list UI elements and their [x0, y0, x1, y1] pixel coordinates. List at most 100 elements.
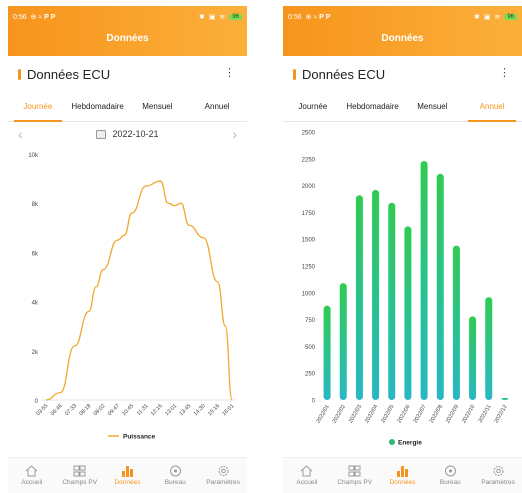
nav-settings-label: Paramètres — [206, 479, 240, 486]
x-tick-label: 2022/03 — [348, 404, 363, 424]
status-time: 0:56 — [288, 14, 302, 21]
bar-2022/06 — [404, 226, 412, 400]
tab-week[interactable]: Hebdomadaire — [68, 92, 128, 121]
nav-pv-fields-label: Champs PV — [337, 479, 373, 486]
x-tick-label: 13:01 — [164, 403, 178, 417]
bluetooth-icon: ✱ — [198, 14, 205, 21]
nav-home-label: Accueil — [21, 479, 43, 486]
y-tick-label: 2000 — [302, 184, 316, 190]
x-tick-label: 2022/12 — [494, 404, 509, 424]
legend-label: Puissance — [123, 434, 156, 441]
tab-year[interactable]: Annuel — [462, 92, 522, 122]
notification-icons: ⊕ ≈ P P — [303, 14, 331, 21]
bar-2022/09 — [452, 245, 460, 400]
section-accent-bar — [18, 68, 21, 80]
bar-2022/03 — [355, 195, 363, 400]
x-tick-label: 2022/02 — [332, 404, 347, 424]
battery-icon: 96 — [504, 14, 517, 20]
wifi-icon: ≋ — [494, 14, 501, 21]
bluetooth-icon: ✱ — [473, 14, 480, 21]
x-tick-label: 2022/10 — [461, 404, 476, 424]
bar-2022/10 — [469, 316, 477, 400]
nav-pv-fields[interactable]: Champs PV — [331, 458, 379, 493]
status-time: 0:56 — [13, 14, 27, 21]
x-tick-label: 16:01 — [221, 403, 235, 417]
section-accent-bar — [293, 68, 296, 80]
status-bar: 0:56 ⊕ ≈ P P ✱ ▣ ≋ 96 — [283, 6, 522, 28]
x-tick-label: 06:46 — [50, 403, 64, 417]
date-display[interactable]: 2022-10-21 — [96, 129, 159, 139]
nav-data[interactable]: Données — [104, 458, 152, 493]
bar-2022/11 — [485, 297, 493, 400]
y-tick-label: 2k — [32, 350, 39, 356]
status-right: ✱ ▣ ≋ 96 — [199, 13, 242, 21]
status-bar: 0:56 ⊕ ≈ P P ✱ ▣ ≋ 96 — [8, 6, 247, 28]
screen-yearly: 0:56 ⊕ ≈ P P ✱ ▣ ≋ 96 Données Données EC… — [283, 6, 522, 493]
nav-data[interactable]: Données — [379, 458, 427, 493]
nav-home[interactable]: Accueil — [283, 458, 331, 493]
tab-day[interactable]: Journée — [283, 92, 343, 121]
bottom-navigation: Accueil Champs PV Données Bureau Paramèt… — [8, 457, 247, 493]
y-tick-label: 1000 — [302, 291, 316, 297]
date-selector: ‹ 2022-10-21 › — [8, 122, 247, 146]
tab-month[interactable]: Mensuel — [403, 92, 463, 121]
previous-date-button[interactable]: ‹ — [18, 126, 23, 142]
nav-settings[interactable]: Paramètres — [199, 458, 247, 493]
top-app-bar: 0:56 ⊕ ≈ P P ✱ ▣ ≋ 96 Données — [283, 6, 522, 56]
bottom-navigation: Accueil Champs PV Données Bureau Paramèt… — [283, 457, 522, 493]
nav-settings[interactable]: Paramètres — [474, 458, 522, 493]
y-tick-label: 0 — [312, 399, 316, 405]
nav-data-label: Données — [389, 479, 416, 486]
status-left: 0:56 ⊕ ≈ P P — [13, 13, 55, 21]
nav-settings-label: Paramètres — [481, 479, 515, 486]
nav-office[interactable]: Bureau — [151, 458, 199, 493]
section-title: Données ECU — [27, 66, 111, 82]
y-tick-label: 2500 — [302, 131, 316, 137]
bar-2022/12 — [501, 397, 509, 400]
grid-icon — [73, 465, 87, 477]
y-tick-label: 0 — [35, 399, 39, 405]
home-icon — [300, 465, 314, 477]
power-series-line — [45, 180, 233, 401]
top-app-bar: 0:56 ⊕ ≈ P P ✱ ▣ ≋ 96 Données — [8, 6, 247, 56]
bar-chart-icon — [395, 465, 409, 477]
more-options-icon[interactable]: ⋮ — [224, 68, 235, 79]
grid-icon — [348, 465, 362, 477]
x-tick-label: 12:16 — [150, 403, 164, 417]
nav-home-label: Accueil — [296, 479, 318, 486]
x-tick-label: 03:55 — [35, 403, 49, 417]
x-tick-label: 2022/04 — [364, 404, 379, 424]
more-options-icon[interactable]: ⋮ — [499, 68, 510, 79]
y-tick-label: 250 — [305, 372, 316, 378]
y-tick-label: 4k — [32, 301, 39, 307]
nav-home[interactable]: Accueil — [8, 458, 56, 493]
bar-2022/04 — [372, 189, 380, 400]
settings-gear-icon — [216, 465, 230, 477]
tab-year[interactable]: Annuel — [187, 92, 247, 121]
office-icon — [443, 465, 457, 477]
status-left: 0:56 ⊕ ≈ P P — [288, 13, 330, 21]
y-tick-label: 8k — [32, 202, 39, 208]
bar-chart-icon — [120, 465, 134, 477]
bar-2022/08 — [436, 173, 444, 400]
y-tick-label: 1500 — [302, 238, 316, 244]
nav-office-label: Bureau — [164, 479, 186, 486]
x-tick-label: 13:45 — [179, 403, 193, 417]
tab-month[interactable]: Mensuel — [128, 92, 188, 121]
bar-2022/01 — [323, 305, 331, 400]
tab-day[interactable]: Journée — [8, 92, 68, 122]
battery-icon: 96 — [229, 14, 242, 20]
nav-office[interactable]: Bureau — [426, 458, 474, 493]
section-header: Données ECU ⋮ — [283, 56, 522, 92]
x-tick-label: 2022/11 — [478, 404, 493, 424]
next-date-button[interactable]: › — [232, 126, 237, 142]
nav-pv-fields-label: Champs PV — [62, 479, 98, 486]
x-tick-label: 11:31 — [136, 403, 150, 417]
y-tick-label: 10k — [28, 153, 39, 159]
tab-week[interactable]: Hebdomadaire — [343, 92, 403, 121]
power-line-chart: 0 2k 4k 6k 8k 10k 03:55 06:46 07:33 08:18 09:02 09:… — [28, 153, 236, 441]
y-tick-label: 1750 — [302, 211, 316, 217]
x-tick-label: 09:47 — [107, 403, 121, 417]
nav-pv-fields[interactable]: Champs PV — [56, 458, 104, 493]
x-tick-label: 15:16 — [207, 403, 221, 417]
